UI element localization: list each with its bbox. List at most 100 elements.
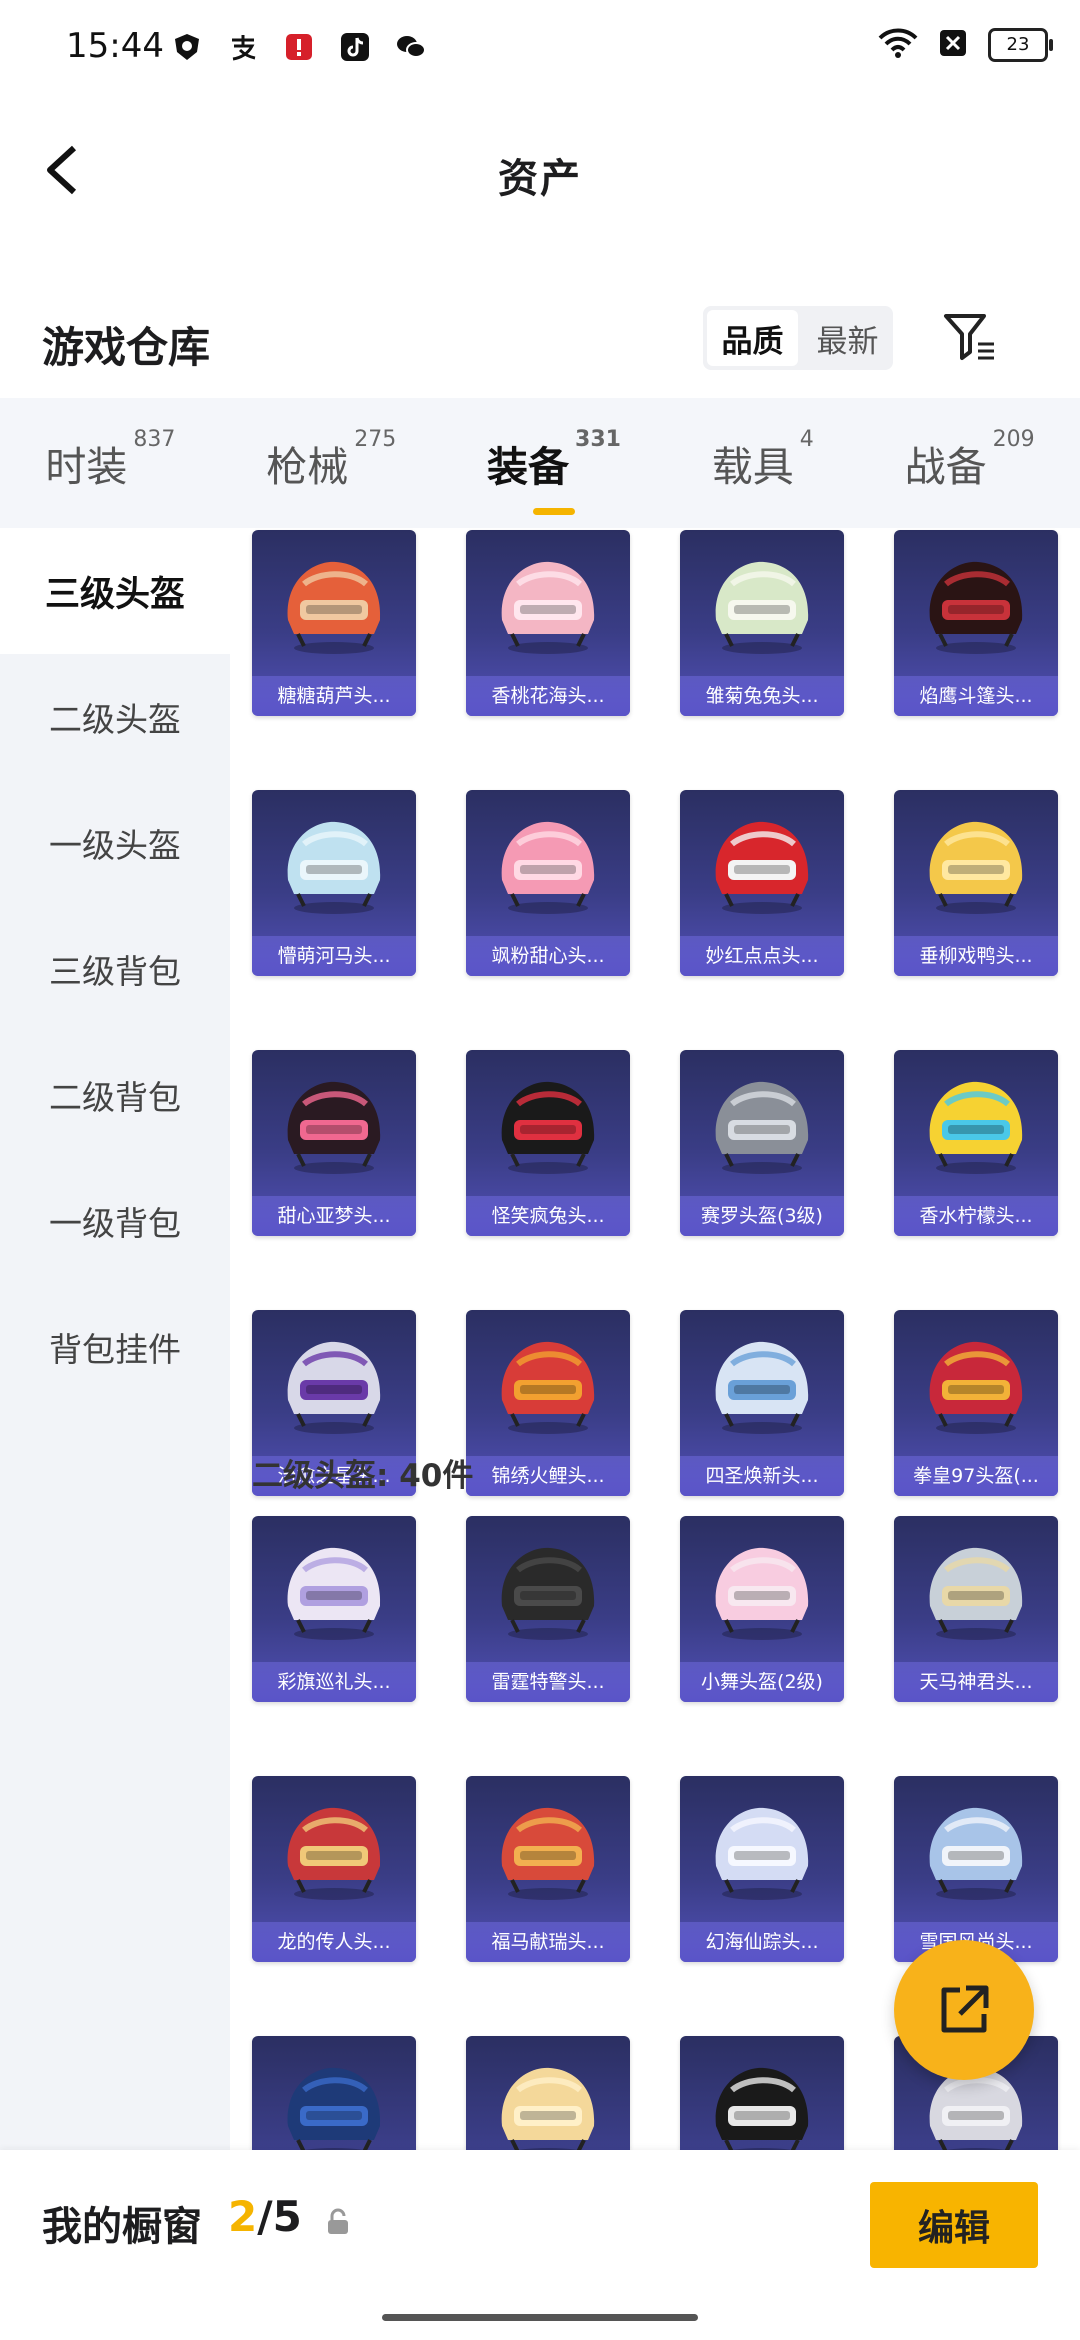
warehouse-header: 游戏仓库 品质 最新 xyxy=(0,290,1080,390)
sidebar-item-level1-helmet[interactable]: 一级头盔 xyxy=(0,780,230,906)
sidebar-item-backpack-charm[interactable]: 背包挂件 xyxy=(0,1284,230,1410)
item-card[interactable]: 懵萌河马头... xyxy=(252,790,416,976)
item-card[interactable]: 妙红点点头... xyxy=(680,790,844,976)
item-card[interactable]: 飒粉甜心头... xyxy=(466,790,630,976)
sidebar-item-level2-backpack[interactable]: 二级背包 xyxy=(0,1032,230,1158)
item-card[interactable]: 小舞头盔(2级) xyxy=(680,1516,844,1702)
helmet-icon xyxy=(929,1081,1023,1174)
helmet-icon xyxy=(287,1807,381,1900)
item-card[interactable]: 赛罗头盔(3级) xyxy=(680,1050,844,1236)
item-name: 拳皇97头盔(... xyxy=(894,1456,1058,1496)
subcategory-sidebar: 三级头盔 二级头盔 一级头盔 三级背包 二级背包 一级背包 背包挂件 xyxy=(0,528,230,2150)
tab-label: 装备 xyxy=(487,443,570,491)
helmet-icon xyxy=(501,1547,595,1640)
lock-icon xyxy=(328,2208,348,2234)
helmet-icon xyxy=(501,1341,595,1434)
item-name: 怪笑疯兔头... xyxy=(466,1196,630,1236)
helmet-icon xyxy=(929,1341,1023,1434)
tab-label: 时装 xyxy=(45,443,128,491)
helmet-icon xyxy=(715,1081,809,1174)
item-name: 天马神君头... xyxy=(894,1662,1058,1702)
item-name: 糖糖葫芦头... xyxy=(252,676,416,716)
item-grid-area: 糖糖葫芦头... 香桃花海头... 雏菊兔兔头... 焰鹰斗篷头... 懵萌河马头...… xyxy=(230,528,1080,2150)
item-card[interactable]: 雪国风尚头... xyxy=(894,1776,1058,1962)
tab-count: 209 xyxy=(992,427,1035,452)
helmet-icon xyxy=(715,561,809,654)
showcase-count: 2/5 xyxy=(228,2192,302,2241)
tiktok-notification-icon xyxy=(338,30,372,64)
item-card[interactable]: 香水柠檬头... xyxy=(894,1050,1058,1236)
tab-equipment[interactable]: 装备331 xyxy=(481,427,627,493)
item-card[interactable] xyxy=(680,2036,844,2150)
status-time: 15:44 xyxy=(66,26,164,66)
sidebar-item-level3-helmet[interactable]: 三级头盔 xyxy=(0,528,230,654)
item-card[interactable]: 雏菊兔兔头... xyxy=(680,530,844,716)
sidebar-item-level2-helmet[interactable]: 二级头盔 xyxy=(0,654,230,780)
item-name: 福马献瑞头... xyxy=(466,1922,630,1962)
helmet-icon xyxy=(287,561,381,654)
item-name: 懵萌河马头... xyxy=(252,936,416,976)
sidebar-item-level1-backpack[interactable]: 一级背包 xyxy=(0,1158,230,1284)
filter-button[interactable] xyxy=(940,308,1000,368)
warehouse-title: 游戏仓库 xyxy=(42,323,211,372)
helmet-icon xyxy=(287,2067,381,2150)
notification-icons xyxy=(170,30,428,64)
tab-label: 枪械 xyxy=(266,443,349,491)
shield-notification-icon xyxy=(170,30,204,64)
tab-label: 载具 xyxy=(711,443,794,491)
item-card[interactable]: 福马献瑞头... xyxy=(466,1776,630,1962)
sort-quality-option[interactable]: 品质 xyxy=(707,310,798,366)
item-name: 甜心亚梦头... xyxy=(252,1196,416,1236)
item-card[interactable]: 天马神君头... xyxy=(894,1516,1058,1702)
item-name: 彩旗巡礼头... xyxy=(252,1662,416,1702)
helmet-icon xyxy=(287,1081,381,1174)
page-header: 资产 xyxy=(0,96,1080,246)
item-card[interactable]: 怪笑疯兔头... xyxy=(466,1050,630,1236)
filter-icon xyxy=(944,314,994,360)
share-button[interactable] xyxy=(894,1940,1034,2080)
wechat-notification-icon xyxy=(394,30,428,64)
item-card[interactable]: 雷霆特警头... xyxy=(466,1516,630,1702)
item-card[interactable]: 糖糖葫芦头... xyxy=(252,530,416,716)
system-status: 23 xyxy=(878,28,1053,62)
showcase-current: 2 xyxy=(228,2192,258,2241)
item-card[interactable] xyxy=(252,2036,416,2150)
sort-toggle: 品质 最新 xyxy=(703,306,893,370)
item-name: 香桃花海头... xyxy=(466,676,630,716)
helmet-icon xyxy=(715,821,809,914)
item-card[interactable]: 香桃花海头... xyxy=(466,530,630,716)
tab-fashion[interactable]: 时装837 xyxy=(39,427,181,493)
item-card[interactable]: 幻海仙踪头... xyxy=(680,1776,844,1962)
red-app-notification-icon xyxy=(282,30,316,64)
helmet-icon xyxy=(929,821,1023,914)
item-card[interactable]: 彩旗巡礼头... xyxy=(252,1516,416,1702)
tab-guns[interactable]: 枪械275 xyxy=(260,427,402,493)
item-card[interactable]: 甜心亚梦头... xyxy=(252,1050,416,1236)
item-card[interactable]: 垂柳戏鸭头... xyxy=(894,790,1058,976)
item-name: 妙红点点头... xyxy=(680,936,844,976)
helmet-icon xyxy=(287,821,381,914)
edit-button[interactable]: 编辑 xyxy=(870,2182,1038,2268)
item-card[interactable]: 龙的传人头... xyxy=(252,1776,416,1962)
showcase-label: 我的橱窗 xyxy=(42,2204,202,2250)
item-card[interactable] xyxy=(466,2036,630,2150)
helmet-icon xyxy=(501,561,595,654)
item-card[interactable]: 四圣焕新头... xyxy=(680,1310,844,1496)
sidebar-item-level3-backpack[interactable]: 三级背包 xyxy=(0,906,230,1032)
item-card[interactable]: 拳皇97头盔(... xyxy=(894,1310,1058,1496)
item-card[interactable]: 焰鹰斗篷头... xyxy=(894,530,1058,716)
helmet-icon xyxy=(715,1547,809,1640)
item-name: 四圣焕新头... xyxy=(680,1456,844,1496)
status-bar: 15:44 23 xyxy=(0,0,1080,96)
helmet-icon xyxy=(501,2067,595,2150)
item-card[interactable]: 锦绣火鲤头... xyxy=(466,1310,630,1496)
sim-off-icon xyxy=(938,28,968,62)
tab-supplies[interactable]: 战备209 xyxy=(899,427,1041,493)
helmet-icon xyxy=(929,1547,1023,1640)
item-name: 飒粉甜心头... xyxy=(466,936,630,976)
helmet-icon xyxy=(287,1341,381,1434)
sort-newest-option[interactable]: 最新 xyxy=(802,306,893,370)
item-name: 雷霆特警头... xyxy=(466,1662,630,1702)
tab-vehicles[interactable]: 载具4 xyxy=(706,427,820,493)
helmet-icon xyxy=(715,1807,809,1900)
